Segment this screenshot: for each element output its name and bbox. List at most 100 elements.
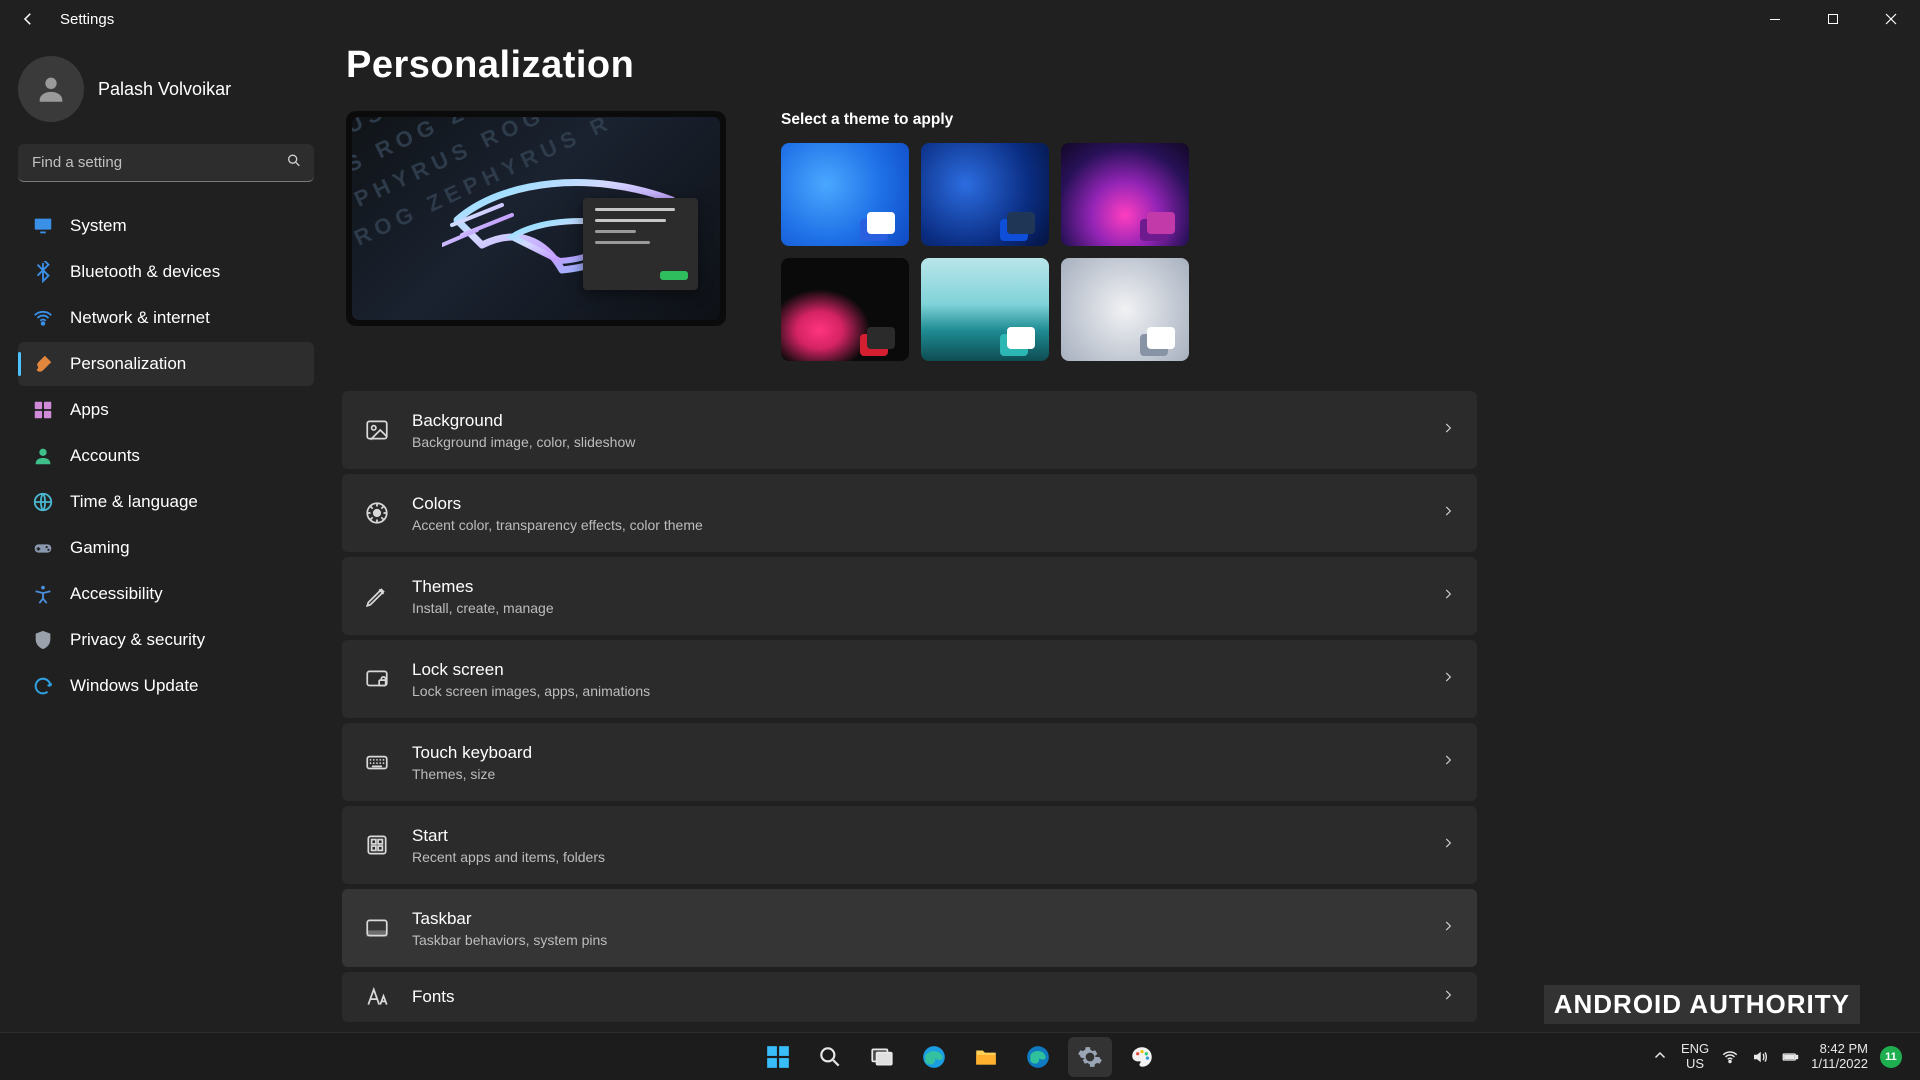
start-button[interactable] (756, 1037, 800, 1077)
person-icon (32, 445, 54, 467)
image-icon (364, 417, 390, 443)
watermark: ANDROID AUTHORITY (1544, 985, 1860, 1024)
sidebar-item-system[interactable]: System (18, 204, 314, 248)
sidebar-item-label: Windows Update (70, 676, 199, 696)
update-icon (32, 675, 54, 697)
notification-badge[interactable]: 11 (1880, 1046, 1902, 1068)
setting-title: Start (412, 826, 605, 846)
tray-overflow-icon[interactable] (1651, 1047, 1669, 1065)
clock[interactable]: 8:42 PM 1/11/2022 (1811, 1042, 1868, 1072)
setting-title: Themes (412, 577, 554, 597)
start-icon (364, 832, 390, 858)
setting-title: Touch keyboard (412, 743, 532, 763)
sidebar-item-accessibility[interactable]: Accessibility (18, 572, 314, 616)
setting-start[interactable]: Start Recent apps and items, folders (342, 806, 1477, 884)
nav: System Bluetooth & devices Network & int… (18, 204, 314, 708)
sidebar-item-label: System (70, 216, 127, 236)
setting-title: Colors (412, 494, 703, 514)
edge-dev-button[interactable] (1016, 1037, 1060, 1077)
wifi-icon (32, 307, 54, 329)
chevron-right-icon (1441, 421, 1455, 440)
setting-taskbar[interactable]: Taskbar Taskbar behaviors, system pins (342, 889, 1477, 967)
file-explorer-button[interactable] (964, 1037, 1008, 1077)
sidebar-item-accounts[interactable]: Accounts (18, 434, 314, 478)
palette-icon (364, 500, 390, 526)
window-title: Settings (60, 11, 114, 28)
settings-list: Background Background image, color, slid… (342, 391, 1477, 1022)
setting-colors[interactable]: Colors Accent color, transparency effect… (342, 474, 1477, 552)
globe-icon (32, 491, 54, 513)
theme-flow[interactable] (1061, 258, 1189, 361)
theme-windows-dark[interactable] (921, 143, 1049, 246)
user-account[interactable]: Palash Volvoikar (18, 56, 314, 122)
edge-button[interactable] (912, 1037, 956, 1077)
preview-window (583, 198, 698, 290)
minimize-button[interactable] (1746, 0, 1804, 38)
settings-button[interactable] (1068, 1037, 1112, 1077)
setting-subtitle: Recent apps and items, folders (412, 849, 605, 865)
setting-title: Fonts (412, 987, 455, 1007)
sidebar: Palash Volvoikar System Bluetooth & devi… (0, 38, 330, 1032)
sidebar-item-bluetooth-devices[interactable]: Bluetooth & devices (18, 250, 314, 294)
sidebar-item-label: Bluetooth & devices (70, 262, 220, 282)
sidebar-item-gaming[interactable]: Gaming (18, 526, 314, 570)
sidebar-item-label: Accessibility (70, 584, 163, 604)
volume-icon[interactable] (1751, 1048, 1769, 1066)
themes-block: Select a theme to apply (781, 111, 1189, 361)
setting-title: Background (412, 411, 635, 431)
theme-glow[interactable] (1061, 143, 1189, 246)
gamepad-icon (32, 537, 54, 559)
setting-lock-screen[interactable]: Lock screen Lock screen images, apps, an… (342, 640, 1477, 718)
lock-screen-icon (364, 666, 390, 692)
theme-sunrise[interactable] (921, 258, 1049, 361)
apps-icon (32, 399, 54, 421)
setting-themes[interactable]: Themes Install, create, manage (342, 557, 1477, 635)
theme-captured-motion[interactable] (781, 258, 909, 361)
system-tray[interactable]: ENG US 8:42 PM 1/11/2022 11 (1651, 1033, 1920, 1080)
avatar (18, 56, 84, 122)
maximize-button[interactable] (1804, 0, 1862, 38)
setting-subtitle: Install, create, manage (412, 600, 554, 616)
taskbar-search-button[interactable] (808, 1037, 852, 1077)
themes-heading: Select a theme to apply (781, 111, 1189, 129)
title-bar: Settings (0, 0, 1920, 38)
sidebar-item-time-language[interactable]: Time & language (18, 480, 314, 524)
sidebar-item-apps[interactable]: Apps (18, 388, 314, 432)
battery-icon[interactable] (1781, 1048, 1799, 1066)
setting-background[interactable]: Background Background image, color, slid… (342, 391, 1477, 469)
language-indicator[interactable]: ENG US (1681, 1042, 1709, 1072)
sidebar-item-label: Personalization (70, 354, 186, 374)
search-box[interactable] (18, 144, 314, 182)
sidebar-item-network-internet[interactable]: Network & internet (18, 296, 314, 340)
chevron-right-icon (1441, 919, 1455, 938)
content: Personalization RUS ZEPHYRUS ROG ZE RUS … (330, 38, 1920, 1032)
sidebar-item-label: Gaming (70, 538, 130, 558)
theme-windows-light[interactable] (781, 143, 909, 246)
task-view-button[interactable] (860, 1037, 904, 1077)
page-title: Personalization (346, 44, 1880, 87)
setting-subtitle: Accent color, transparency effects, colo… (412, 517, 703, 533)
back-button[interactable] (18, 9, 38, 29)
sidebar-item-label: Network & internet (70, 308, 210, 328)
wifi-icon[interactable] (1721, 1048, 1739, 1066)
close-button[interactable] (1862, 0, 1920, 38)
search-input[interactable] (18, 144, 314, 182)
sidebar-item-label: Privacy & security (70, 630, 205, 650)
shield-icon (32, 629, 54, 651)
pen-icon (364, 583, 390, 609)
user-name: Palash Volvoikar (98, 79, 231, 100)
keyboard-icon (364, 749, 390, 775)
setting-touch-keyboard[interactable]: Touch keyboard Themes, size (342, 723, 1477, 801)
chevron-right-icon (1441, 836, 1455, 855)
sidebar-item-label: Apps (70, 400, 109, 420)
sidebar-item-privacy-security[interactable]: Privacy & security (18, 618, 314, 662)
sidebar-item-windows-update[interactable]: Windows Update (18, 664, 314, 708)
taskbar: ENG US 8:42 PM 1/11/2022 11 (0, 1032, 1920, 1080)
taskbar-icon (364, 915, 390, 941)
sidebar-item-personalization[interactable]: Personalization (18, 342, 314, 386)
search-icon (286, 153, 302, 174)
setting-fonts[interactable]: Fonts Install, manage (342, 972, 1477, 1022)
paint-button[interactable] (1120, 1037, 1164, 1077)
setting-subtitle: Lock screen images, apps, animations (412, 683, 650, 699)
setting-title: Taskbar (412, 909, 607, 929)
